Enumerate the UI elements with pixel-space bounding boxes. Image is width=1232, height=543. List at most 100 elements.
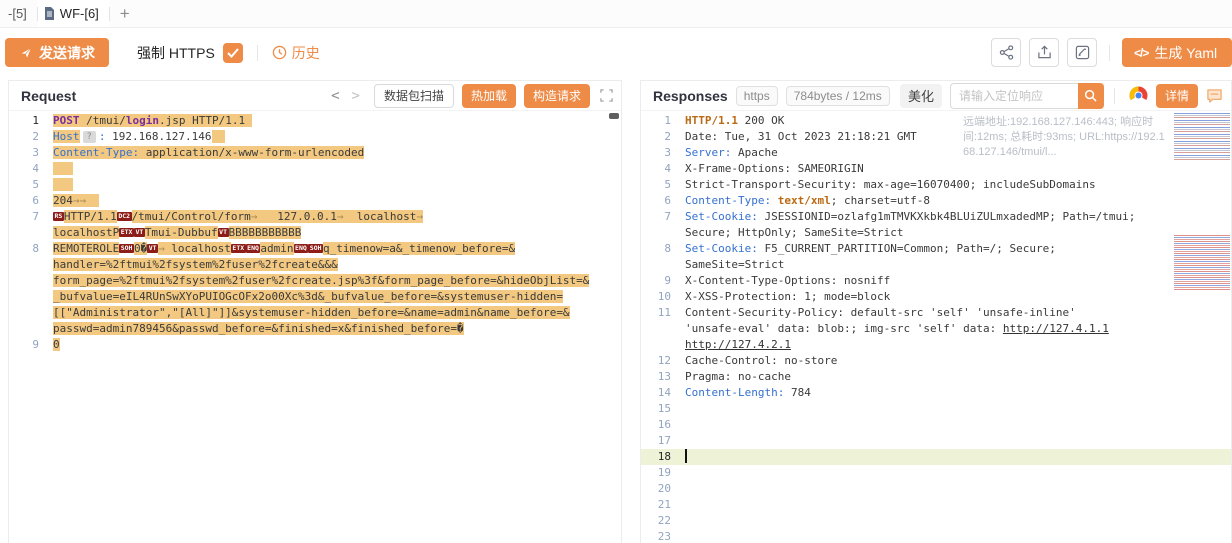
tab-wf-6-label: WF-[6]	[60, 6, 99, 21]
edit-icon	[1075, 45, 1090, 60]
code-line[interactable]: SameSite=Strict	[641, 257, 1231, 273]
tab-wf-5-label: -[5]	[8, 6, 27, 21]
request-panel-header: Request < > 数据包扫描 热加载 构造请求	[9, 81, 621, 111]
search-button[interactable]	[1078, 83, 1104, 109]
send-request-button[interactable]: 发送请求	[5, 38, 109, 67]
request-editor[interactable]: 1POST /tmui/login.jsp HTTP/1.1 2Host?: 1…	[9, 111, 621, 543]
code-line[interactable]: 11Content-Security-Policy: default-src '…	[641, 305, 1231, 321]
code-line[interactable]: 15	[641, 401, 1231, 417]
code-line[interactable]: 14Content-Length: 784	[641, 385, 1231, 401]
response-panel: Responses https 784bytes / 12ms 美化 详情 远端…	[640, 80, 1232, 543]
code-line[interactable]: 8Set-Cookie: F5_CURRENT_PARTITION=Common…	[641, 241, 1231, 257]
tab-wf-6[interactable]: WF-[6]	[38, 0, 109, 27]
code-line[interactable]: localhostPETXVTTmui-DubbufVTBBBBBBBBBBB	[9, 225, 621, 241]
code-line[interactable]: 8REMOTEROLESOH0�VT→ localhostETXENQadmin…	[9, 241, 621, 257]
code-line[interactable]: 20	[641, 481, 1231, 497]
code-line[interactable]: 90	[9, 337, 621, 353]
code-line[interactable]: [["Administrator","[All]"]]&systemuser-h…	[9, 305, 621, 321]
history-next-button[interactable]: >	[346, 88, 366, 104]
code-line[interactable]: 12Cache-Control: no-store	[641, 353, 1231, 369]
control-char-badge: ENQ	[246, 244, 261, 253]
minimap[interactable]	[1174, 235, 1230, 291]
responses-title: Responses	[653, 88, 728, 104]
code-line[interactable]: 6204→→	[9, 193, 621, 209]
size-duration-badge: 784bytes / 12ms	[786, 86, 890, 106]
edit-button[interactable]	[1067, 38, 1097, 67]
fullscreen-icon[interactable]	[600, 89, 613, 102]
control-char-badge: ETX	[231, 244, 246, 253]
clock-icon	[272, 45, 287, 60]
chrome-icon[interactable]	[1129, 86, 1148, 105]
search-icon	[1084, 89, 1097, 102]
code-line[interactable]: 16	[641, 417, 1231, 433]
control-char-badge: DC2	[117, 212, 132, 221]
minimap[interactable]	[1174, 113, 1230, 161]
hot-reload-button[interactable]: 热加载	[462, 84, 516, 108]
build-request-button[interactable]: 构造请求	[524, 84, 590, 108]
code-line[interactable]: 10X-XSS-Protection: 1; mode=block	[641, 289, 1231, 305]
packet-scan-button[interactable]: 数据包扫描	[374, 84, 454, 108]
add-tab-button[interactable]: +	[110, 1, 140, 27]
control-char-badge: VT	[218, 228, 229, 237]
beautify-button[interactable]: 美化	[900, 84, 942, 108]
control-char-badge: SOH	[308, 244, 323, 253]
code-line[interactable]: 4X-Frame-Options: SAMEORIGIN	[641, 161, 1231, 177]
share-icon	[999, 45, 1014, 60]
code-line[interactable]: 21	[641, 497, 1231, 513]
code-line[interactable]: handler=%2ftmui%2fsystem%2fuser%2fcreate…	[9, 257, 621, 273]
code-icon: </>	[1134, 46, 1148, 60]
code-line[interactable]: 22	[641, 513, 1231, 529]
code-line[interactable]: Secure; HttpOnly; SameSite=Strict	[641, 225, 1231, 241]
code-line[interactable]: 4	[9, 161, 621, 177]
toolbar-divider	[257, 45, 258, 61]
control-char-badge: ETX	[119, 228, 134, 237]
code-line[interactable]: form_page=%2ftmui%2fsystem%2fuser%2fcrea…	[9, 273, 621, 289]
code-line[interactable]: http://127.4.2.1	[641, 337, 1231, 353]
code-line[interactable]: 2Host?: 192.168.127.146	[9, 129, 621, 145]
code-line[interactable]: 7RSHTTP/1.1DC2/tmui/Control/form→ 127.0.…	[9, 209, 621, 225]
code-line[interactable]: 'unsafe-eval' data: blob:; img-src 'self…	[641, 321, 1231, 337]
code-line[interactable]: 5	[9, 177, 621, 193]
code-line[interactable]: 7Set-Cookie: JSESSIONID=ozlafg1mTMVKXkbk…	[641, 209, 1231, 225]
export-icon	[1037, 45, 1052, 60]
force-https-label: 强制 HTTPS	[137, 43, 215, 63]
response-panel-header: Responses https 784bytes / 12ms 美化 详情	[641, 81, 1231, 111]
code-line[interactable]: 3Content-Type: application/x-www-form-ur…	[9, 145, 621, 161]
tab-wf-5[interactable]: -[5]	[2, 0, 37, 27]
check-icon	[227, 48, 239, 58]
code-line[interactable]: _bufvalue=eIL4RUnSwXYoPUIOGcOFx2o00Xc%3d…	[9, 289, 621, 305]
text-cursor	[685, 449, 687, 463]
export-button[interactable]	[1029, 38, 1059, 67]
generate-yaml-button[interactable]: </> 生成 Yaml	[1122, 38, 1232, 67]
history-button[interactable]: 历史	[272, 43, 320, 63]
control-char-badge: VT	[147, 244, 158, 253]
fuzzer-toolbar: 发送请求 强制 HTTPS 历史	[0, 29, 1232, 76]
request-title: Request	[21, 88, 76, 104]
send-request-label: 发送请求	[39, 43, 95, 63]
force-https-checkbox[interactable]	[223, 43, 243, 63]
request-scrollbar-thumb[interactable]	[609, 113, 619, 119]
code-line[interactable]: 23	[641, 529, 1231, 543]
detail-button[interactable]: 详情	[1156, 84, 1198, 108]
share-button[interactable]	[991, 38, 1021, 67]
code-line[interactable]: 19	[641, 465, 1231, 481]
search-input[interactable]	[950, 83, 1078, 109]
history-prev-button[interactable]: <	[325, 88, 345, 104]
code-line[interactable]: 9X-Content-Type-Options: nosniff	[641, 273, 1231, 289]
control-char-badge: RS	[53, 212, 64, 221]
response-editor[interactable]: 远端地址:192.168.127.146:443; 响应时间:12ms; 总耗时…	[641, 111, 1231, 543]
code-line[interactable]: 6Content-Type: text/xml; charset=utf-8	[641, 193, 1231, 209]
code-line[interactable]: 18	[641, 449, 1231, 465]
webfuzzer-window: -[5] WF-[6] + 发送请求 强制 HTTPS	[0, 0, 1232, 543]
code-line[interactable]: 1POST /tmui/login.jsp HTTP/1.1	[9, 113, 621, 129]
toolbar-divider	[1109, 45, 1110, 61]
code-line[interactable]: 17	[641, 433, 1231, 449]
control-char-badge: SOH	[119, 244, 134, 253]
history-label: 历史	[292, 43, 320, 63]
force-https-group: 强制 HTTPS	[137, 43, 243, 63]
code-line[interactable]: passwd=admin789456&passwd_before=&finish…	[9, 321, 621, 337]
code-line[interactable]: 13Pragma: no-cache	[641, 369, 1231, 385]
document-icon	[44, 7, 55, 20]
feedback-bubble-icon[interactable]	[1206, 88, 1223, 104]
code-line[interactable]: 5Strict-Transport-Security: max-age=1607…	[641, 177, 1231, 193]
